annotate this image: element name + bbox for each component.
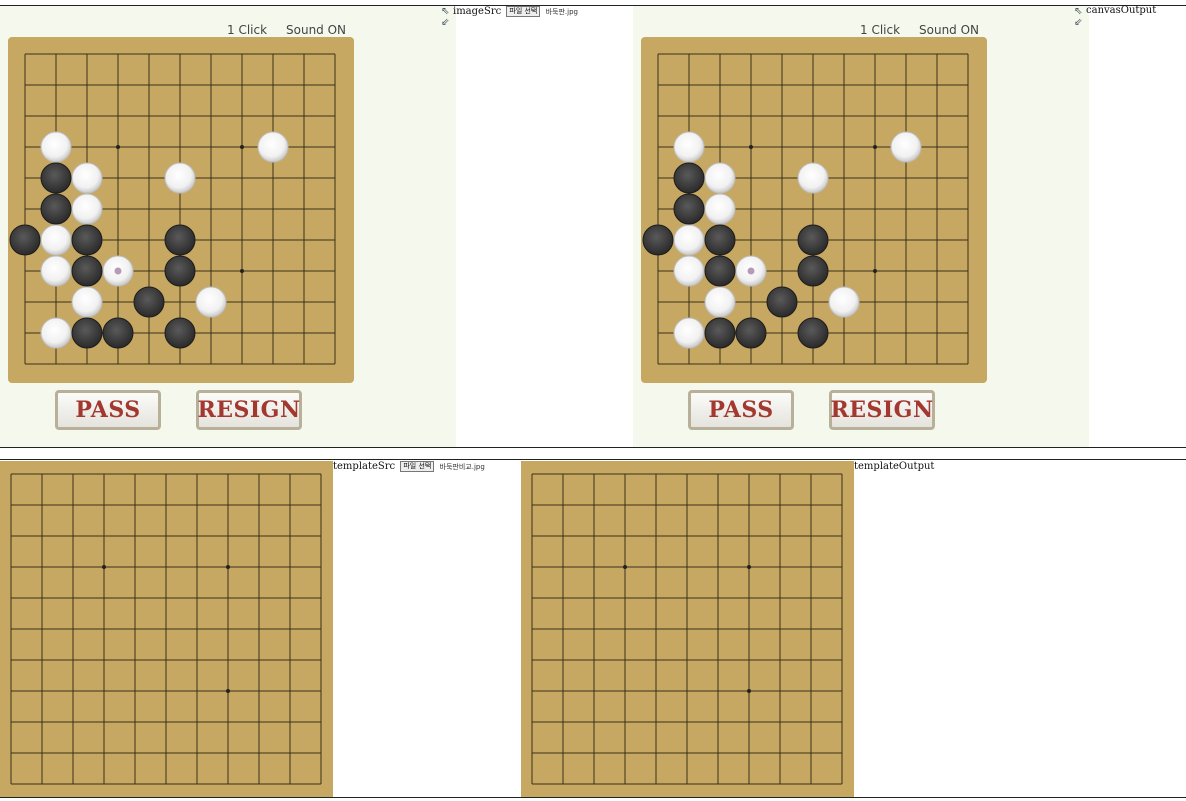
black-stone (766, 286, 798, 318)
black-stone (71, 224, 103, 256)
black-stone (9, 224, 41, 256)
pass-button[interactable]: PASS (688, 390, 794, 430)
sound-toggle-label[interactable]: Sound ON (919, 23, 979, 37)
star-point (749, 145, 753, 149)
white-stone (797, 162, 829, 194)
star-point (240, 269, 244, 273)
template-output-label: templateOutput (854, 461, 935, 472)
click-mode-label[interactable]: 1 Click (227, 23, 267, 37)
star-point (873, 145, 877, 149)
expand-arrow-icon[interactable]: ⇖ (441, 7, 449, 17)
bottom-rule (0, 797, 1186, 798)
template-src-field: templateSrc 파일 선택 바둑판비교.jpg (333, 461, 485, 472)
white-stone (40, 317, 72, 349)
image-file-name: 바둑판.jpg (545, 8, 578, 16)
resign-button[interactable]: RESIGN (196, 390, 302, 430)
white-stone (673, 131, 705, 163)
template-src-board (0, 461, 333, 797)
black-stone (164, 224, 196, 256)
black-stone (164, 317, 196, 349)
white-stone (71, 162, 103, 194)
black-stone (40, 193, 72, 225)
collapse-arrow-icon[interactable]: ⇙ (441, 18, 449, 28)
file-choose-button[interactable]: 파일 선택 (400, 461, 435, 472)
black-stone (71, 317, 103, 349)
white-stone (257, 131, 289, 163)
black-stone (797, 255, 829, 287)
black-stone (102, 317, 134, 349)
board-grid (9, 53, 336, 365)
star-point (873, 269, 877, 273)
board-grid (531, 473, 843, 785)
star-point (116, 145, 120, 149)
template-src-label: templateSrc (333, 461, 396, 472)
black-stone (40, 162, 72, 194)
star-point (747, 565, 751, 569)
template-output-board (521, 461, 854, 797)
expand-arrow-icon[interactable]: ⇖ (1074, 7, 1082, 17)
output-game-panel: 1 Click Sound ON PASS RESIGN (633, 6, 1089, 447)
click-mode-label[interactable]: 1 Click (860, 23, 900, 37)
black-stone (797, 224, 829, 256)
middle-rule-lower (0, 459, 1186, 460)
go-board[interactable] (641, 37, 987, 383)
black-stone (704, 224, 736, 256)
white-stone (71, 193, 103, 225)
white-stone (704, 162, 736, 194)
white-stone (828, 286, 860, 318)
star-point (226, 565, 230, 569)
canvas-output-label: canvasOutput (1086, 5, 1157, 16)
black-stone (704, 255, 736, 287)
black-stone (704, 317, 736, 349)
pass-button[interactable]: PASS (55, 390, 161, 430)
black-stone (642, 224, 674, 256)
white-stone (704, 193, 736, 225)
white-stone (164, 162, 196, 194)
white-stone (40, 255, 72, 287)
star-point (623, 565, 627, 569)
black-stone (133, 286, 165, 318)
white-stone (890, 131, 922, 163)
sound-toggle-label[interactable]: Sound ON (286, 23, 346, 37)
source-game-panel: 1 Click Sound ON PASS RESIGN (0, 6, 456, 447)
black-stone (164, 255, 196, 287)
black-stone (71, 255, 103, 287)
white-stone (673, 255, 705, 287)
black-stone (673, 162, 705, 194)
template-file-name: 바둑판비교.jpg (439, 463, 485, 471)
image-src-label: imageSrc (453, 6, 502, 17)
white-stone (673, 317, 705, 349)
board-grid (642, 53, 969, 365)
image-src-field: imageSrc 파일 선택 바둑판.jpg (453, 6, 578, 17)
star-point (240, 145, 244, 149)
star-point (747, 689, 751, 693)
white-stone (40, 131, 72, 163)
white-stone (704, 286, 736, 318)
star-point (226, 689, 230, 693)
last-move-marker (747, 267, 755, 275)
white-stone (71, 286, 103, 318)
white-stone (40, 224, 72, 256)
black-stone (735, 317, 767, 349)
black-stone (673, 193, 705, 225)
black-stone (797, 317, 829, 349)
collapse-arrow-icon[interactable]: ⇙ (1074, 18, 1082, 28)
last-move-marker (114, 267, 122, 275)
middle-rule-upper (0, 447, 1186, 448)
white-stone (673, 224, 705, 256)
resign-button[interactable]: RESIGN (829, 390, 935, 430)
board-grid (10, 473, 322, 785)
file-choose-button[interactable]: 파일 선택 (506, 6, 541, 17)
star-point (102, 565, 106, 569)
white-stone (195, 286, 227, 318)
go-board[interactable] (8, 37, 354, 383)
